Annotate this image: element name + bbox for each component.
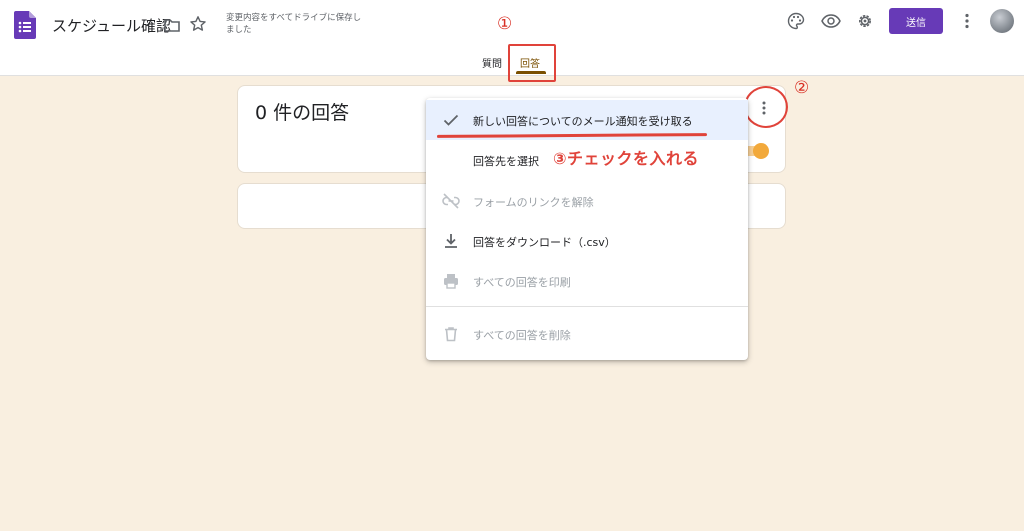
folder-icon[interactable] <box>163 16 181 34</box>
palette-icon[interactable] <box>787 12 805 30</box>
menu-item-label: すべての回答を印刷 <box>473 276 571 289</box>
response-count: 0 件の回答 <box>255 102 350 124</box>
menu-item-label: 回答をダウンロード（.csv） <box>473 236 616 249</box>
menu-item-print-all: すべての回答を印刷 <box>426 261 748 301</box>
tab-questions[interactable]: 質問 <box>482 55 502 70</box>
menu-item-label: 新しい回答についてのメール通知を受け取る <box>473 115 693 128</box>
print-icon <box>444 274 458 289</box>
forms-logo-icon[interactable] <box>14 11 36 39</box>
menu-item-delete-all: すべての回答を削除 <box>426 314 748 354</box>
download-icon <box>445 234 457 248</box>
annotation-circle <box>744 86 788 128</box>
document-title[interactable]: スケジュール確認 <box>52 15 171 36</box>
accepting-responses-toggle[interactable] <box>753 143 769 159</box>
annotation-step-1: ① <box>497 14 513 34</box>
check-icon <box>443 114 459 126</box>
menu-divider <box>426 306 748 307</box>
menu-item-label: フォームのリンクを解除 <box>473 196 594 209</box>
menu-item-unlink-form: フォームのリンクを解除 <box>426 181 748 221</box>
menu-item-label: 回答先を選択 <box>473 155 539 168</box>
star-icon[interactable] <box>189 15 207 33</box>
annotation-step-3: ③チェックを入れる <box>553 149 700 168</box>
annotation-highlight-box <box>508 44 556 82</box>
link-off-icon <box>442 193 460 209</box>
top-bar: スケジュール確認 変更内容をすべてドライブに保存しました 送信 ① 質問 回答 <box>0 0 1024 82</box>
gear-icon[interactable] <box>856 12 874 30</box>
menu-item-download-csv[interactable]: 回答をダウンロード（.csv） <box>426 221 748 261</box>
annotation-step-2: ② <box>794 78 810 98</box>
trash-icon <box>445 327 457 342</box>
menu-item-label: すべての回答を削除 <box>473 329 571 342</box>
save-status: 変更内容をすべてドライブに保存しました <box>226 13 362 35</box>
more-vert-icon[interactable] <box>962 12 972 30</box>
avatar[interactable] <box>990 9 1014 33</box>
send-button[interactable]: 送信 <box>889 8 943 34</box>
eye-icon[interactable] <box>821 12 841 30</box>
